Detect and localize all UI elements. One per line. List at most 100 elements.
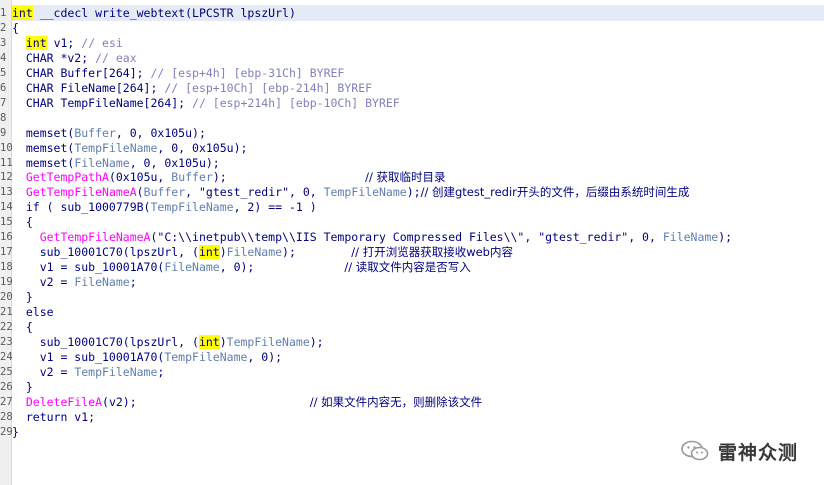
code-text[interactable]: int v1; // esi bbox=[12, 35, 123, 51]
code-token: ) bbox=[219, 334, 227, 349]
code-text[interactable]: GetTempFileNameA(Buffer, "gtest_redir", … bbox=[12, 185, 690, 200]
code-text[interactable]: CHAR FileName[264]; // [esp+10Ch] [ebp-2… bbox=[12, 81, 372, 96]
code-token: ; bbox=[157, 364, 165, 379]
code-token: { bbox=[12, 319, 33, 334]
code-token: ); bbox=[406, 185, 421, 200]
code-line[interactable]: 6 CHAR FileName[264]; // [esp+10Ch] [ebp… bbox=[0, 81, 824, 96]
code-text[interactable]: memset(FileName, 0, 0x105u); bbox=[12, 156, 220, 171]
code-text[interactable]: memset(Buffer, 0, 0x105u); bbox=[12, 126, 206, 141]
code-token: , 0, bbox=[289, 185, 324, 200]
code-token: memset( bbox=[12, 155, 75, 170]
comment: // 读取文件内容是否写入 bbox=[344, 260, 471, 275]
code-line[interactable]: 3 int v1; // esi bbox=[0, 35, 824, 51]
code-text[interactable]: v2 = FileName; bbox=[12, 275, 137, 290]
code-token: v1 = sub_10001A70( bbox=[12, 349, 165, 364]
code-line[interactable]: 14 if ( sub_1000779B(TempFileName, 2) ==… bbox=[0, 200, 824, 215]
code-line[interactable]: 9 memset(Buffer, 0, 0x105u); bbox=[0, 126, 824, 141]
line-number: 29 bbox=[0, 425, 13, 438]
code-line[interactable]: 11 memset(FileName, 0, 0x105u); bbox=[0, 156, 824, 171]
pseudocode-editor[interactable]: 1 int __cdecl write_webtext(LPCSTR lpszUr… bbox=[0, 0, 824, 485]
code-line[interactable]: 21 else bbox=[0, 305, 824, 320]
line-number: 14 bbox=[0, 201, 13, 214]
code-line[interactable]: 1 int __cdecl write_webtext(LPCSTR lpszUr… bbox=[0, 6, 824, 21]
line-number: 15 bbox=[0, 216, 13, 229]
line-number: 1 bbox=[0, 7, 7, 19]
code-text[interactable]: { bbox=[12, 215, 33, 230]
variable-name: FileName bbox=[74, 275, 130, 290]
code-line[interactable]: 15 { bbox=[0, 215, 824, 230]
line-number: 13 bbox=[0, 186, 13, 199]
type-keyword-highlight: int bbox=[25, 35, 47, 50]
code-line[interactable]: 16 GetTempFileNameA("C:\\inetpub\\temp\\… bbox=[0, 230, 824, 245]
variable-name: FileName bbox=[226, 245, 283, 260]
api-function-name: GetTempPathA bbox=[25, 170, 109, 185]
code-line[interactable]: 7 CHAR TempFileName[264]; // [esp+214h] … bbox=[0, 96, 824, 111]
code-text[interactable]: } bbox=[12, 290, 33, 305]
code-token: ; bbox=[129, 275, 137, 290]
code-line[interactable]: 18 v1 = sub_10001A70(FileName, 0); // 读取… bbox=[0, 260, 824, 275]
code-token: , bbox=[185, 185, 199, 200]
comment: // eax bbox=[95, 50, 137, 65]
code-line[interactable]: 8 bbox=[0, 111, 824, 126]
variable-name: TempFileName bbox=[226, 334, 310, 349]
code-line[interactable]: 4 CHAR *v2; // eax bbox=[0, 51, 824, 66]
code-line[interactable]: 22 { bbox=[0, 320, 824, 335]
code-text[interactable]: { bbox=[12, 320, 33, 335]
code-text[interactable]: GetTempPathA(0x105u, Buffer); // 获取临时目录 bbox=[12, 170, 446, 185]
code-token: v2 = bbox=[12, 275, 75, 290]
code-text[interactable]: return v1; bbox=[12, 410, 95, 425]
string-literal: "gtest_redir" bbox=[198, 185, 289, 200]
code-line[interactable]: 5 CHAR Buffer[264]; // [esp+4h] [ebp-31C… bbox=[0, 66, 824, 81]
code-text[interactable]: else bbox=[12, 305, 54, 320]
code-line[interactable]: 23 sub_10001C70(lpszUrl, (int)TempFileNa… bbox=[0, 334, 824, 350]
code-line[interactable]: 25 v2 = TempFileName; bbox=[0, 365, 824, 380]
comment: // [esp+10Ch] [ebp-214h] BYREF bbox=[164, 80, 373, 95]
code-line[interactable]: 19 v2 = FileName; bbox=[0, 275, 824, 290]
code-text[interactable]: { bbox=[12, 21, 19, 36]
comment: // 打开浏览器获取接收web内容 bbox=[351, 245, 513, 260]
code-token: ); bbox=[282, 245, 352, 260]
code-token: , 0, 0x105u); bbox=[157, 140, 248, 155]
comment: // [esp+214h] [ebp-10Ch] BYREF bbox=[192, 95, 400, 110]
code-text[interactable]: sub_10001C70(lpszUrl, (int)FileName); //… bbox=[12, 245, 513, 260]
code-text[interactable]: CHAR TempFileName[264]; // [esp+214h] [e… bbox=[12, 96, 400, 111]
code-text[interactable]: CHAR *v2; // eax bbox=[12, 51, 137, 66]
code-line[interactable]: 26 } bbox=[0, 380, 824, 395]
code-text[interactable]: memset(TempFileName, 0, 0x105u); bbox=[12, 140, 248, 156]
code-line[interactable]: 2{ bbox=[0, 21, 824, 36]
variable-name: FileName bbox=[164, 260, 220, 275]
line-number: 20 bbox=[0, 291, 13, 304]
code-line[interactable]: 10 memset(TempFileName, 0, 0x105u); bbox=[0, 141, 824, 156]
code-line[interactable]: 12 GetTempPathA(0x105u, Buffer); // 获取临时… bbox=[0, 170, 824, 185]
comment: // 如果文件内容无，则删除该文件 bbox=[309, 394, 483, 409]
code-text[interactable]: CHAR Buffer[264]; // [esp+4h] [ebp-31Ch]… bbox=[12, 65, 345, 81]
code-text[interactable]: GetTempFileNameA("C:\\inetpub\\temp\\IIS… bbox=[12, 230, 732, 245]
code-text[interactable]: v1 = sub_10001A70(TempFileName, 0); bbox=[12, 350, 282, 365]
code-token: , 0); bbox=[247, 349, 283, 364]
code-line[interactable]: 27 DeleteFileA(v2); // 如果文件内容无，则删除该文件 bbox=[0, 395, 824, 410]
code-line[interactable]: 13 GetTempFileNameA(Buffer, "gtest_redir… bbox=[0, 185, 824, 200]
code-token: , 0); bbox=[219, 260, 345, 275]
line-number: 9 bbox=[0, 126, 7, 139]
code-text[interactable]: if ( sub_1000779B(TempFileName, 2) == -1… bbox=[12, 200, 317, 215]
line-number: 19 bbox=[0, 276, 13, 289]
code-line[interactable]: 17 sub_10001C70(lpszUrl, (int)FileName);… bbox=[0, 245, 824, 260]
code-token: ( bbox=[136, 185, 144, 200]
code-text[interactable]: sub_10001C70(lpszUrl, (int)TempFileName)… bbox=[12, 334, 324, 350]
comment: // [esp+4h] [ebp-31Ch] BYREF bbox=[150, 65, 345, 80]
code-line[interactable]: 24 v1 = sub_10001A70(TempFileName, 0); bbox=[0, 350, 824, 365]
code-line[interactable]: 20 } bbox=[0, 290, 824, 305]
code-token: CHAR Buffer[264]; bbox=[12, 65, 151, 80]
code-text[interactable]: int __cdecl write_webtext(LPCSTR lpszUrl… bbox=[12, 6, 296, 21]
type-keyword-highlight: int bbox=[12, 6, 33, 20]
code-text[interactable]: DeleteFileA(v2); // 如果文件内容无，则删除该文件 bbox=[12, 395, 482, 410]
line-number: 25 bbox=[0, 365, 13, 378]
code-text[interactable]: } bbox=[12, 425, 19, 440]
code-text[interactable]: } bbox=[12, 380, 33, 395]
variable-name: Buffer bbox=[143, 185, 186, 200]
code-text[interactable]: v2 = TempFileName; bbox=[12, 364, 165, 380]
code-text[interactable]: v1 = sub_10001A70(FileName, 0); // 读取文件内… bbox=[12, 260, 471, 275]
code-line[interactable]: 28 return v1; bbox=[0, 410, 824, 425]
line-number: 5 bbox=[0, 66, 7, 79]
